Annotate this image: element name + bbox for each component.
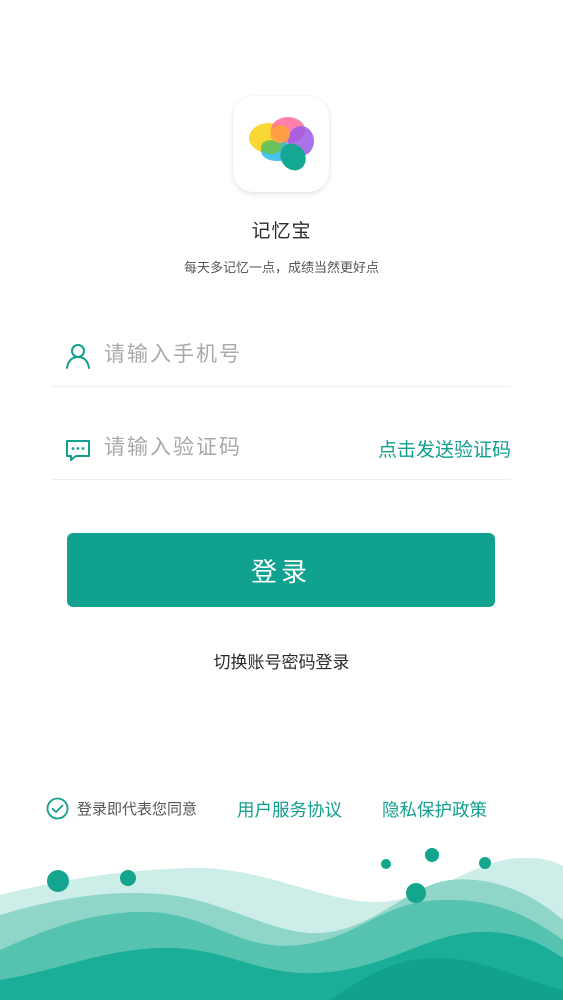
check-circle-icon[interactable] — [46, 797, 69, 820]
login-button-label: 登录 — [250, 557, 311, 588]
user-icon — [66, 344, 90, 369]
switch-password-login-link[interactable]: 切换账号密码登录 — [0, 648, 563, 673]
send-code-button[interactable]: 点击发送验证码 — [378, 435, 511, 462]
login-button[interactable]: 登录 — [67, 533, 495, 607]
colorful-brain-icon — [249, 117, 314, 171]
app-name: 记忆宝 — [251, 220, 312, 242]
message-icon — [66, 440, 90, 461]
app-logo — [233, 96, 329, 192]
wave-dot — [120, 870, 136, 886]
wave-dot — [425, 848, 439, 862]
phone-row — [52, 326, 511, 387]
code-row: 点击发送验证码 — [52, 419, 511, 480]
phone-input[interactable] — [104, 336, 364, 372]
wave-dot — [47, 870, 69, 892]
code-input[interactable] — [104, 429, 364, 465]
wave-dot — [406, 883, 426, 903]
user-service-agreement-link[interactable]: 用户服务协议 — [237, 797, 342, 822]
decorative-waves — [0, 848, 563, 1000]
privacy-policy-link[interactable]: 隐私保护政策 — [382, 797, 487, 822]
wave-dot — [381, 859, 391, 869]
app-slogan: 每天多记忆一点，成绩当然更好点 — [183, 261, 379, 276]
wave-dot — [479, 857, 491, 869]
agreement-text: 登录即代表您同意 — [77, 800, 198, 818]
